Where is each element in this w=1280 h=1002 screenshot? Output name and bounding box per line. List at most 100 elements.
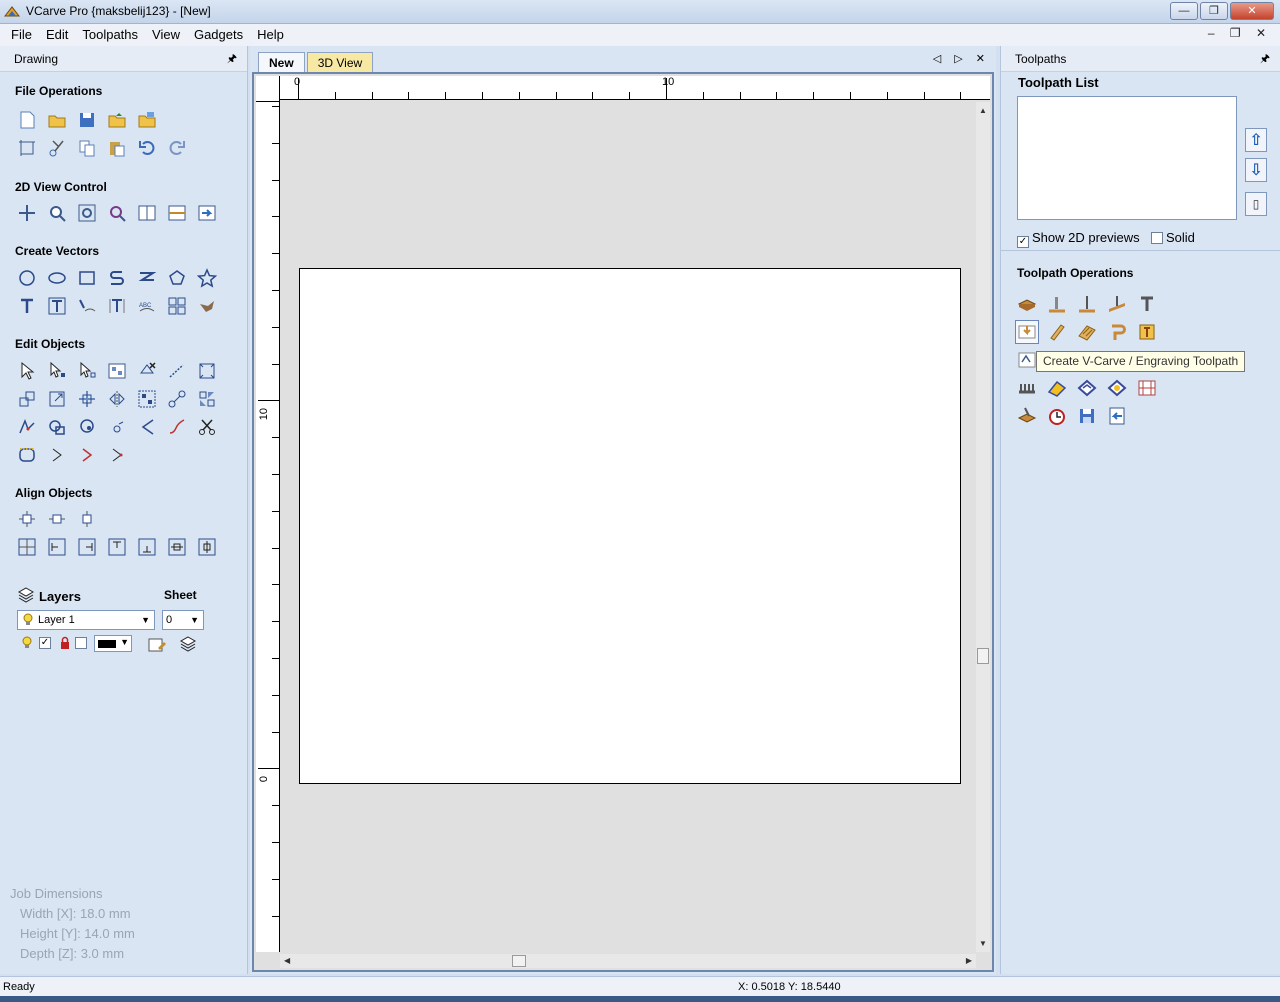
fillet-corner-icon[interactable] — [75, 443, 99, 467]
polyline-icon[interactable] — [105, 266, 129, 290]
import-bitmap-icon[interactable] — [135, 108, 159, 132]
paste-icon[interactable] — [105, 136, 129, 160]
weld-icon[interactable] — [45, 415, 69, 439]
scroll-right-icon[interactable]: ▶ — [966, 956, 972, 965]
align-vertical-center-icon[interactable] — [75, 507, 99, 531]
extend-trim-icon[interactable] — [165, 415, 189, 439]
array-copy-icon[interactable] — [165, 294, 189, 318]
align-center-icon[interactable] — [75, 387, 99, 411]
interactive-select-icon[interactable] — [75, 359, 99, 383]
align-left-icon[interactable] — [45, 535, 69, 559]
layer-lock-checkbox[interactable] — [75, 637, 87, 649]
align-h-icon[interactable] — [165, 535, 189, 559]
zoom-selected-icon[interactable] — [105, 201, 129, 225]
transform-icon[interactable] — [195, 359, 219, 383]
dogbone-icon[interactable] — [105, 443, 129, 467]
align-top-icon[interactable] — [105, 535, 129, 559]
text-arc-icon[interactable]: ABC — [135, 294, 159, 318]
lock-icon[interactable] — [59, 636, 71, 650]
menu-view[interactable]: View — [145, 24, 187, 46]
cut-icon[interactable] — [45, 136, 69, 160]
scissors-trim-icon[interactable] — [195, 415, 219, 439]
selection-tools-icon[interactable] — [105, 359, 129, 383]
layer-visibility-icon[interactable] — [21, 636, 33, 650]
polygon-icon[interactable] — [165, 266, 189, 290]
material-setup-icon[interactable] — [1015, 404, 1039, 428]
3d-finishing-icon[interactable] — [1105, 376, 1129, 400]
layer-color-picker[interactable]: ▼ — [94, 635, 132, 652]
move-up-icon[interactable]: ⇧ — [1245, 128, 1267, 152]
toolpath-templates-icon[interactable] — [1135, 376, 1159, 400]
layer-visible-checkbox[interactable]: ✓ — [39, 637, 51, 649]
tab-3d-view[interactable]: 3D View — [306, 52, 374, 72]
vertical-scroll-thumb[interactable] — [977, 648, 989, 664]
drawing-area[interactable] — [280, 102, 976, 952]
horizontal-scrollbar[interactable]: ◀ ▶ — [280, 954, 976, 968]
view-layout-icon[interactable] — [135, 201, 159, 225]
texture-toolpath-icon[interactable] — [1075, 320, 1099, 344]
close-button[interactable]: ✕ — [1230, 2, 1274, 20]
scroll-left-icon[interactable]: ◀ — [284, 956, 290, 965]
align-v-icon[interactable] — [195, 535, 219, 559]
save-toolpath-icon[interactable] — [1075, 404, 1099, 428]
mirror-icon[interactable] — [105, 387, 129, 411]
import-vectors-icon[interactable] — [105, 108, 129, 132]
open-file-icon[interactable] — [45, 108, 69, 132]
rectangle-icon[interactable] — [75, 266, 99, 290]
solid-checkbox[interactable] — [1151, 232, 1163, 244]
3d-roughing-icon[interactable] — [1075, 376, 1099, 400]
new-file-icon[interactable] — [15, 108, 39, 132]
toolpath-list[interactable] — [1017, 96, 1237, 220]
zoom-extents-icon[interactable] — [75, 201, 99, 225]
merge-toolpath-icon[interactable] — [1105, 404, 1129, 428]
menu-file[interactable]: File — [4, 24, 39, 46]
ellipse-icon[interactable] — [45, 266, 69, 290]
auto-layout-text-icon[interactable] — [45, 294, 69, 318]
finishing-toolpath-icon[interactable] — [1045, 376, 1069, 400]
delete-nodes-icon[interactable] — [135, 359, 159, 383]
text-on-curve-icon[interactable] — [75, 294, 99, 318]
show-previews-checkbox[interactable]: ✓ — [1017, 236, 1029, 248]
menu-edit[interactable]: Edit — [39, 24, 75, 46]
scroll-up-icon[interactable]: ▲ — [979, 106, 987, 115]
smooth-curve-icon[interactable] — [15, 415, 39, 439]
menu-help[interactable]: Help — [250, 24, 291, 46]
vertical-scrollbar[interactable]: ▲ ▼ — [976, 102, 990, 952]
preview-toolpath-icon[interactable] — [1045, 404, 1069, 428]
zoom-icon[interactable] — [45, 201, 69, 225]
align-center-page-icon[interactable] — [15, 507, 39, 531]
solid-row[interactable]: Solid — [1151, 230, 1195, 245]
pan-icon[interactable] — [15, 201, 39, 225]
node-edit-icon[interactable] — [45, 359, 69, 383]
text-icon[interactable] — [15, 294, 39, 318]
minimize-button[interactable]: — — [1170, 2, 1198, 20]
undo-icon[interactable] — [135, 136, 159, 160]
moulding-toolpath-icon[interactable] — [1135, 320, 1159, 344]
roughing-toolpath-icon[interactable] — [1015, 376, 1039, 400]
select-icon[interactable] — [15, 359, 39, 383]
inlay-toolpath-icon[interactable] — [1135, 292, 1159, 316]
join-vectors-icon[interactable] — [165, 387, 189, 411]
pocket-toolpath-icon[interactable] — [1045, 292, 1069, 316]
tab-new[interactable]: New — [258, 52, 305, 72]
fluting-toolpath-icon[interactable] — [1045, 320, 1069, 344]
save-icon[interactable] — [75, 108, 99, 132]
horizontal-scroll-thumb[interactable] — [512, 955, 526, 967]
restore-button[interactable]: ❐ — [1200, 2, 1228, 20]
block-copy-icon[interactable] — [135, 387, 159, 411]
scroll-down-icon[interactable]: ▼ — [979, 939, 987, 948]
fillet-icon[interactable] — [135, 415, 159, 439]
copy-icon[interactable] — [75, 136, 99, 160]
draw-bird-icon[interactable] — [195, 294, 219, 318]
pin-icon[interactable]: 🖈 — [1260, 46, 1270, 72]
close-vector-icon[interactable] — [45, 443, 69, 467]
job-canvas[interactable] — [299, 268, 961, 784]
align-horizontal-center-icon[interactable] — [45, 507, 69, 531]
menu-gadgets[interactable]: Gadgets — [187, 24, 250, 46]
tab-controls[interactable]: ◁ ▷ ✕ — [933, 52, 990, 65]
layer-manager-icon[interactable] — [179, 635, 197, 653]
drill-toolpath-icon[interactable] — [1075, 292, 1099, 316]
profile-toolpath-icon[interactable] — [1015, 292, 1039, 316]
pin-icon[interactable]: 🖈 — [227, 46, 237, 72]
view-toggle-icon[interactable] — [195, 201, 219, 225]
